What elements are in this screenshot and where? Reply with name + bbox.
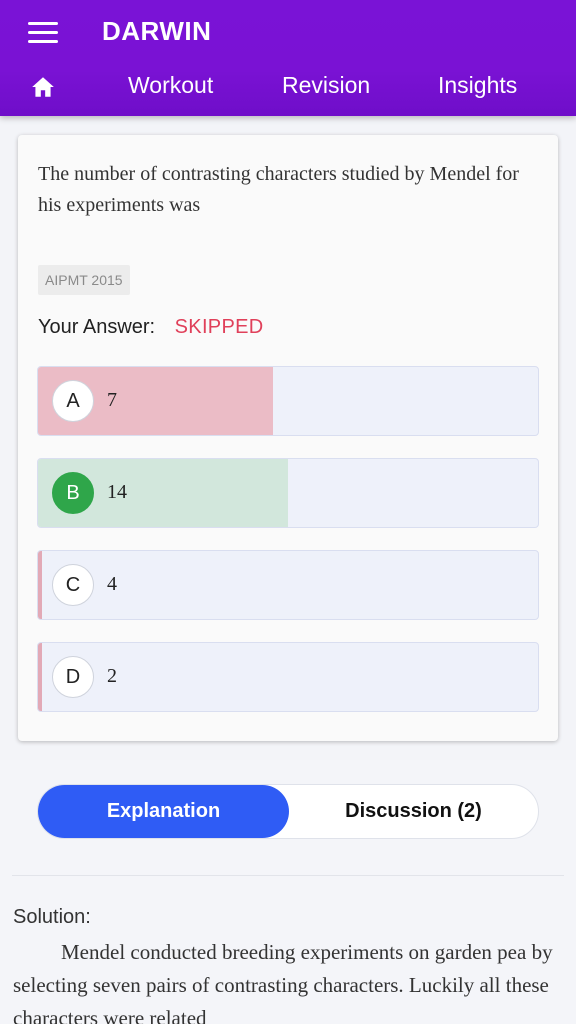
option-a-text: 7 xyxy=(107,389,117,411)
solution-label: Solution: xyxy=(13,906,91,928)
solution-text: Mendel conducted breeding experiments on… xyxy=(13,940,553,1024)
exam-tag: AIPMT 2015 xyxy=(38,265,130,295)
your-answer-row: Your Answer: SKIPPED xyxy=(38,316,263,339)
home-icon[interactable] xyxy=(30,74,56,100)
option-c-letter: C xyxy=(52,564,94,606)
option-b-text: 14 xyxy=(107,481,127,503)
hamburger-menu-icon[interactable] xyxy=(28,22,58,44)
question-text: The number of contrasting characters stu… xyxy=(38,163,519,216)
question-card: The number of contrasting characters stu… xyxy=(18,135,558,741)
tab-insights[interactable]: Insights xyxy=(438,72,517,99)
option-b-letter: B xyxy=(52,472,94,514)
option-d-marker xyxy=(38,643,42,711)
option-d-text: 2 xyxy=(107,665,117,687)
tab-revision[interactable]: Revision xyxy=(282,72,370,99)
option-c-marker xyxy=(38,551,42,619)
app-title: DARWIN xyxy=(102,16,212,46)
explanation-discussion-toggle: Explanation Discussion (2) xyxy=(37,784,539,839)
option-c-text: 4 xyxy=(107,573,117,595)
discussion-tab[interactable]: Discussion (2) xyxy=(289,785,538,838)
your-answer-label: Your Answer: xyxy=(38,316,156,338)
tab-workout[interactable]: Workout xyxy=(128,72,213,99)
app-bar: DARWIN Workout Revision Insights xyxy=(0,0,576,116)
your-answer-status: SKIPPED xyxy=(174,316,264,338)
divider xyxy=(12,875,564,876)
option-a-letter: A xyxy=(52,380,94,422)
option-d-letter: D xyxy=(52,656,94,698)
top-nav: Workout Revision Insights xyxy=(0,62,576,112)
explanation-section: Explanation Discussion (2) Solution: Men… xyxy=(0,760,576,1024)
option-c[interactable]: C 4 xyxy=(37,550,539,620)
option-b[interactable]: B 14 xyxy=(37,458,539,528)
option-a[interactable]: A 7 xyxy=(37,366,539,436)
option-d[interactable]: D 2 xyxy=(37,642,539,712)
explanation-tab[interactable]: Explanation xyxy=(38,785,289,838)
